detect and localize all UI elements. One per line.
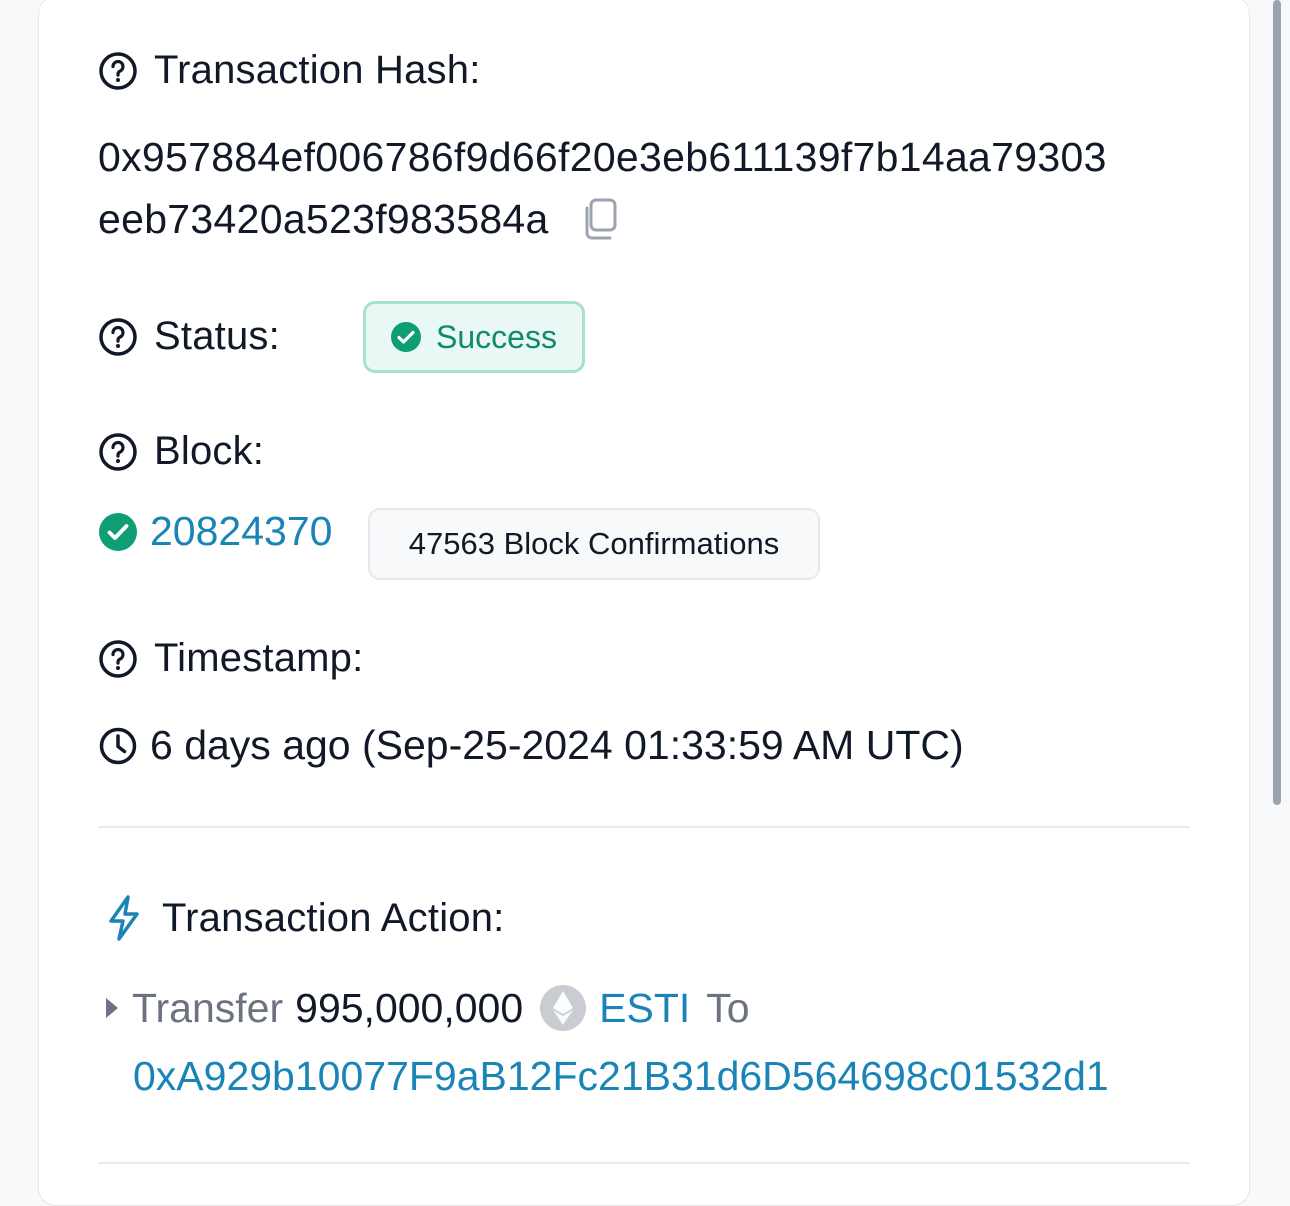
block-row-label: Block:: [98, 429, 264, 474]
action-preposition: To: [706, 984, 750, 1031]
ethereum-token-icon: [540, 985, 587, 1031]
clock-icon: [99, 727, 137, 764]
transaction-hash-label: Transaction Hash:: [154, 48, 481, 92]
hash-line-2-row: eeb73420a523f983584a: [98, 188, 1208, 250]
question-circle-icon[interactable]: [98, 432, 138, 472]
copy-icon[interactable]: [579, 197, 619, 241]
question-circle-icon[interactable]: [98, 51, 138, 91]
status-badge: Success: [363, 301, 585, 373]
status-label: Status:: [154, 314, 280, 358]
block-value-row: 20824370: [98, 508, 332, 555]
transaction-hash-row: Transaction Hash:: [98, 48, 481, 93]
block-number-link[interactable]: 20824370: [150, 508, 332, 555]
scrollbar-thumb[interactable]: [1273, 0, 1281, 805]
hash-line-2[interactable]: eeb73420a523f983584a: [98, 188, 549, 250]
transaction-hash-value[interactable]: 0x957884ef006786f9d66f20e3eb611139f7b14a…: [98, 126, 1208, 250]
transaction-action-label: Transaction Action:: [162, 895, 505, 940]
action-amount: 995,000,000: [295, 984, 524, 1031]
status-badge-text: Success: [436, 318, 557, 355]
timestamp-row-label: Timestamp:: [98, 636, 363, 681]
section-divider: [98, 1162, 1190, 1164]
question-circle-icon[interactable]: [98, 639, 138, 679]
check-circle-icon: [391, 322, 421, 352]
scrollbar[interactable]: [1268, 0, 1290, 1193]
recipient-address-link[interactable]: 0xA929b10077F9aB12Fc21B31d6D564698c01532…: [133, 1053, 1109, 1100]
action-verb: Transfer: [132, 984, 284, 1031]
timestamp-value: 6 days ago (Sep-25-2024 01:33:59 AM UTC): [150, 722, 964, 768]
status-row-label: Status:: [98, 314, 280, 359]
caret-right-icon[interactable]: [104, 996, 120, 1020]
lightning-icon: [109, 895, 139, 941]
question-circle-icon[interactable]: [98, 317, 138, 357]
hash-line-1[interactable]: 0x957884ef006786f9d66f20e3eb611139f7b14a…: [98, 126, 1208, 188]
check-circle-icon: [99, 512, 137, 551]
token-link[interactable]: ESTI: [599, 985, 690, 1032]
transaction-action-row-label: Transaction Action:: [104, 894, 505, 942]
transaction-action-line: Transfer 995,000,000 ESTI To: [104, 984, 750, 1032]
timestamp-value-row: 6 days ago (Sep-25-2024 01:33:59 AM UTC): [98, 722, 964, 769]
block-confirmations-badge: 47563 Block Confirmations: [368, 508, 820, 580]
timestamp-label: Timestamp:: [154, 636, 364, 680]
block-label: Block:: [154, 429, 265, 473]
section-divider: [98, 826, 1190, 828]
